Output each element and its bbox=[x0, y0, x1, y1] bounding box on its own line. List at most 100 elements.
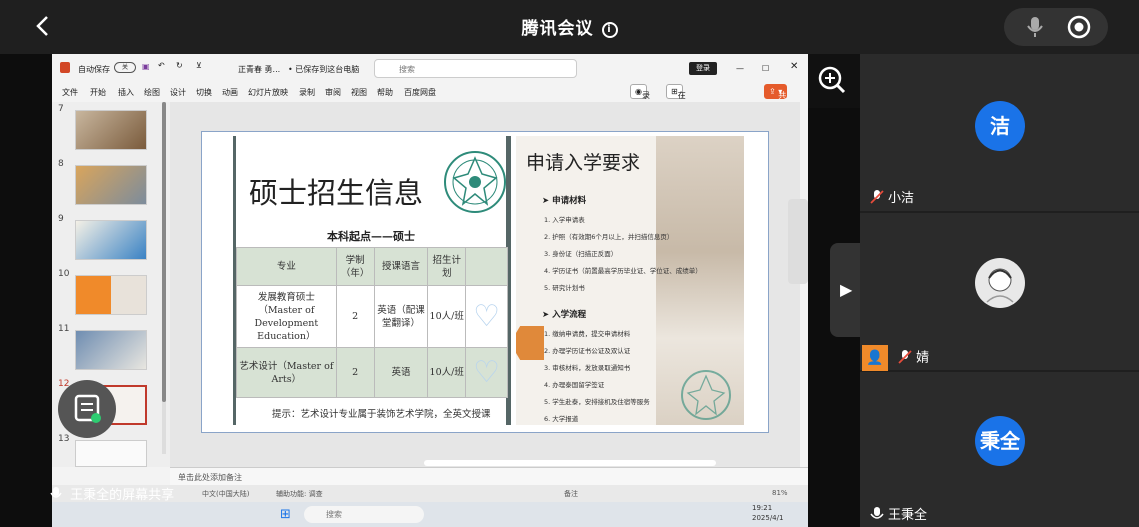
list-item: 2. 护照（有效期6个月以上，并扫描信息页） bbox=[544, 233, 674, 241]
close-icon[interactable]: ✕ bbox=[790, 61, 798, 72]
avatar: 洁 bbox=[975, 101, 1025, 151]
autosave-label: 自动保存 bbox=[78, 65, 110, 74]
home-indicator[interactable] bbox=[424, 460, 716, 466]
menu-transitions[interactable]: 切换 bbox=[196, 87, 212, 98]
save-icon[interactable]: ▣ bbox=[142, 62, 150, 71]
taskbar-search[interactable]: 搜索 bbox=[304, 506, 424, 523]
section-materials-label: 申请材料 bbox=[552, 196, 587, 206]
cell-major: 艺术设计（Master of Arts） bbox=[236, 347, 337, 398]
ppt-titlebar: 自动保存 关 ▣ ↶ ↻ ⊻ 正青春 勇... • 已保存到这台电脑 搜索 登录… bbox=[52, 54, 808, 82]
section-process-label: 入学流程 bbox=[552, 310, 587, 320]
menu-baidu[interactable]: 百度网盘 bbox=[404, 87, 436, 98]
menu-slideshow[interactable]: 幻灯片放映 bbox=[248, 87, 288, 98]
slide-thumbnail[interactable] bbox=[75, 110, 147, 150]
status-accessibility[interactable]: 辅助功能: 调查 bbox=[276, 489, 323, 499]
search-placeholder: 搜索 bbox=[399, 65, 415, 74]
record-button[interactable]: ◉ 录制 bbox=[630, 84, 650, 111]
menu-record[interactable]: 录制 bbox=[299, 87, 315, 98]
collapse-panel-button[interactable]: ▶ bbox=[830, 243, 860, 337]
taskbar-date: 2025/4/1 bbox=[752, 514, 784, 522]
program-table: 专业 学制（年） 授课语言 招生计划 发展教育硕士（Master of Deve… bbox=[236, 247, 508, 398]
redo-icon[interactable]: ↻ bbox=[176, 61, 183, 70]
autosave-toggle[interactable]: 关 bbox=[114, 62, 136, 73]
thumb-number: 10 bbox=[58, 269, 70, 279]
university-seal-icon bbox=[681, 370, 731, 420]
meeting-controls bbox=[1004, 8, 1108, 46]
menu-animations[interactable]: 动画 bbox=[222, 87, 238, 98]
slide-thumbnail[interactable] bbox=[75, 330, 147, 370]
thumb-number: 11 bbox=[58, 324, 70, 334]
list-item: 4. 办理泰国留学签证 bbox=[544, 381, 605, 389]
customize-icon[interactable]: ⊻ bbox=[196, 61, 202, 70]
status-zoom[interactable]: 81% bbox=[772, 489, 788, 497]
microphone-icon[interactable] bbox=[1022, 14, 1048, 40]
status-notes[interactable]: 备注 bbox=[564, 489, 578, 499]
list-item: 2. 办理学历证书公证及双认证 bbox=[544, 347, 631, 355]
header-language: 授课语言 bbox=[373, 247, 429, 286]
minimize-icon[interactable]: — bbox=[736, 64, 744, 73]
avatar bbox=[975, 258, 1025, 308]
user-icon: 👤 bbox=[862, 345, 888, 371]
taskbar-clock: 19:21 bbox=[752, 504, 773, 512]
slide-thumbnail[interactable] bbox=[75, 220, 147, 260]
participant-tile[interactable]: 洁 小洁 bbox=[860, 54, 1139, 211]
editor-scrollbar[interactable] bbox=[800, 102, 808, 467]
zoom-in-icon[interactable] bbox=[808, 54, 860, 108]
avatar: 秉全 bbox=[975, 416, 1025, 466]
windows-start-icon[interactable]: ⊞ bbox=[280, 507, 291, 522]
menu-review[interactable]: 审阅 bbox=[325, 87, 341, 98]
share-owner-label: 王秉全的屏幕共享 bbox=[70, 488, 175, 503]
university-seal-icon bbox=[444, 151, 506, 213]
list-item: 1. 缴纳申请费，提交申请材料 bbox=[544, 330, 631, 338]
header-blank bbox=[465, 247, 508, 286]
arrow-shape bbox=[516, 326, 544, 360]
record-icon[interactable] bbox=[1066, 14, 1092, 40]
screen-share-label: 王秉全的屏幕共享 bbox=[50, 484, 174, 503]
slide-thumbnail[interactable] bbox=[75, 440, 147, 467]
cell-duration: 2 bbox=[335, 285, 375, 348]
microphone-muted-icon bbox=[898, 349, 912, 364]
list-item: 6. 大学报道 bbox=[544, 415, 579, 423]
search-input[interactable]: 搜索 bbox=[374, 59, 577, 78]
participant-tile[interactable]: 👤 婧 bbox=[860, 213, 1139, 371]
cell-language: 英语（配课堂翻译） bbox=[373, 285, 429, 348]
section-process: ➤ 入学流程 bbox=[542, 310, 587, 320]
teams-button[interactable]: ⊞ 在 Teams 中展示 bbox=[666, 84, 703, 120]
menu-view[interactable]: 视图 bbox=[351, 87, 367, 98]
heart-icon: ♡ bbox=[465, 347, 508, 398]
powerpoint-window: 自动保存 关 ▣ ↶ ↻ ⊻ 正青春 勇... • 已保存到这台电脑 搜索 登录… bbox=[52, 54, 808, 527]
floating-toolbar-button[interactable] bbox=[58, 380, 116, 438]
menu-file[interactable]: 文件 bbox=[62, 87, 78, 98]
info-icon[interactable]: i bbox=[601, 22, 618, 38]
section-materials: ➤ 申请材料 bbox=[542, 196, 587, 206]
screen-share-area: 自动保存 关 ▣ ↶ ↻ ⊻ 正青春 勇... • 已保存到这台电脑 搜索 登录… bbox=[0, 54, 860, 527]
taskbar-search-label: 搜索 bbox=[326, 510, 342, 519]
login-button[interactable]: 登录 bbox=[689, 62, 717, 75]
participant-name: 👤 婧 bbox=[862, 345, 929, 371]
menu-design[interactable]: 设计 bbox=[170, 87, 186, 98]
menu-draw[interactable]: 绘图 bbox=[144, 87, 160, 98]
zoom-control[interactable] bbox=[808, 54, 860, 108]
slide[interactable]: 硕士招生信息 本科起点——硕士 专业 学制（年） 授课语言 招生计划 发展教育硕… bbox=[201, 131, 769, 433]
notes-pane[interactable]: 单击此处添加备注 bbox=[170, 467, 808, 485]
participant-tile[interactable]: 秉全 王秉全 bbox=[860, 372, 1139, 527]
thumb-scrollbar[interactable] bbox=[162, 102, 166, 454]
doc-name: 正青春 勇... bbox=[238, 65, 281, 74]
header-quota: 招生计划 bbox=[427, 247, 467, 286]
status-language[interactable]: 中文(中国大陆) bbox=[202, 489, 249, 499]
thumb-number: 7 bbox=[58, 104, 64, 114]
side-tool-panel[interactable] bbox=[788, 199, 808, 284]
cell-quota: 10人/班 bbox=[427, 285, 467, 348]
notes-placeholder: 单击此处添加备注 bbox=[178, 473, 242, 482]
menu-home[interactable]: 开始 bbox=[90, 87, 106, 98]
windows-taskbar: ⊞ 搜索 19:21 2025/4/1 bbox=[52, 502, 808, 527]
share-button[interactable]: ⇪ 共享 ▾ bbox=[764, 84, 788, 111]
ribbon-menu: 文件 开始 插入 绘图 设计 切换 动画 幻灯片放映 录制 审阅 视图 帮助 百… bbox=[52, 82, 808, 120]
menu-help[interactable]: 帮助 bbox=[377, 87, 393, 98]
avatar-illustration-icon bbox=[986, 268, 1014, 303]
maximize-icon[interactable]: ☐ bbox=[762, 64, 769, 73]
slide-thumbnail[interactable] bbox=[75, 275, 147, 315]
slide-thumbnail[interactable] bbox=[75, 165, 147, 205]
menu-insert[interactable]: 插入 bbox=[118, 87, 134, 98]
undo-icon[interactable]: ↶ bbox=[158, 61, 165, 70]
